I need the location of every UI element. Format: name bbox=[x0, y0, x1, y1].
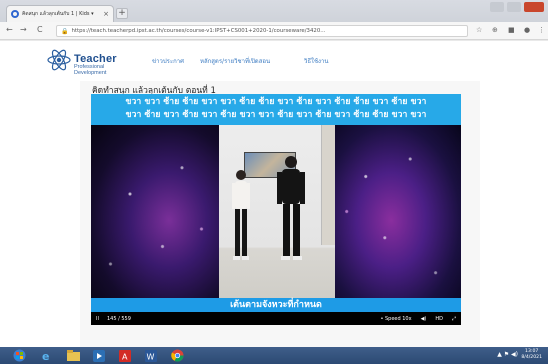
minimize-button[interactable] bbox=[490, 2, 504, 12]
address-bar-row: ← → C 🔒 https://teach.teacherpd.ipst.ac.… bbox=[0, 22, 548, 40]
word-icon[interactable]: W bbox=[140, 348, 162, 363]
zoom-icon[interactable]: ⊕ bbox=[492, 26, 498, 34]
tab-favicon-icon bbox=[11, 10, 19, 18]
ie-icon[interactable]: e bbox=[36, 348, 58, 363]
video-background-right bbox=[334, 124, 461, 299]
menu-courses[interactable]: หลักสูตร/รายวิชาที่เปิดสอน bbox=[200, 56, 270, 66]
extension-icon[interactable]: ■ bbox=[508, 26, 515, 34]
acrobat-icon[interactable]: A bbox=[114, 348, 136, 363]
browser-titlebar: คิดสนุก แล้วลุกเต้นกับ 1 | Kids ▾ × + bbox=[0, 0, 548, 22]
url-text: https://teach.teacherpd.ipst.ac.th/cours… bbox=[71, 28, 326, 34]
maximize-button[interactable] bbox=[507, 2, 521, 12]
svg-text:e: e bbox=[42, 350, 49, 362]
forward-button[interactable]: → bbox=[20, 25, 27, 34]
video-controls: II 145 / 559 • Speed 10x ◀) HD ⤢ bbox=[91, 312, 461, 325]
tpd-logo-icon[interactable] bbox=[46, 49, 72, 71]
caption-bottom-banner: เต้นตามจังหวะที่กำหนด bbox=[91, 298, 461, 312]
svg-text:A: A bbox=[122, 352, 128, 361]
web-page: Teacher Professional Development ข่าวประ… bbox=[0, 41, 548, 347]
caption-top-banner: ขวา ขวา ซ้าย ซ้าย ขวา ขวา ซ้าย ซ้าย ขวา … bbox=[91, 94, 461, 125]
file-explorer-icon[interactable] bbox=[62, 348, 84, 363]
bookmark-icon[interactable]: ☆ bbox=[476, 26, 482, 34]
menu-news[interactable]: ข่าวประกาศ bbox=[152, 56, 184, 66]
windows-start-icon[interactable] bbox=[8, 348, 30, 363]
tab-close-icon[interactable]: × bbox=[103, 10, 109, 18]
video-background-left bbox=[91, 124, 221, 299]
speed-button[interactable]: • Speed 10x bbox=[380, 316, 411, 322]
clock-date: 8/4/2021 bbox=[521, 355, 542, 360]
caption-top-line1: ขวา ขวา ซ้าย ซ้าย ขวา ขวา ซ้าย ซ้าย ขวา … bbox=[125, 97, 427, 107]
dancers-figure bbox=[232, 156, 305, 260]
url-field[interactable]: 🔒 https://teach.teacherpd.ipst.ac.th/cou… bbox=[56, 25, 468, 37]
volume-icon[interactable]: ◀) bbox=[421, 316, 427, 322]
lock-icon: 🔒 bbox=[61, 27, 69, 35]
fullscreen-icon[interactable]: ⤢ bbox=[452, 316, 456, 322]
hd-button[interactable]: HD bbox=[435, 316, 443, 322]
logo-line3: Development bbox=[74, 69, 107, 76]
profile-icon[interactable]: ● bbox=[524, 26, 530, 34]
back-button[interactable]: ← bbox=[6, 25, 13, 34]
caption-top-line2: ขวา ซ้าย ขวา ซ้าย ขวา ซ้าย ขวา ขวา ซ้าย … bbox=[125, 110, 427, 120]
site-logo-text[interactable]: Teacher Professional Development bbox=[74, 49, 117, 76]
video-controls-right: • Speed 10x ◀) HD ⤢ bbox=[380, 316, 456, 322]
menu-help[interactable]: วิธีใช้งาน bbox=[304, 56, 328, 66]
video-time: 145 / 559 bbox=[106, 315, 131, 322]
video-player[interactable]: ขวา ขวา ซ้าย ซ้าย ขวา ขวา ซ้าย ซ้าย ขวา … bbox=[91, 94, 461, 325]
menu-kebab-icon[interactable]: ⋮ bbox=[538, 26, 545, 34]
pause-button[interactable]: II bbox=[96, 316, 99, 322]
windows-taskbar: e A W ▲ ⚑ ◀) 13:07 8/4/2021 bbox=[0, 347, 548, 364]
reload-button[interactable]: C bbox=[37, 25, 43, 34]
new-tab-button[interactable]: + bbox=[116, 8, 128, 19]
browser-tab[interactable]: คิดสนุก แล้วลุกเต้นกับ 1 | Kids ▾ × bbox=[6, 5, 114, 22]
taskbar-clock[interactable]: 13:07 8/4/2021 bbox=[521, 349, 542, 361]
tab-title: คิดสนุก แล้วลุกเต้นกับ 1 | Kids ▾ bbox=[22, 11, 94, 17]
chrome-icon[interactable] bbox=[166, 348, 188, 363]
media-player-icon[interactable] bbox=[88, 348, 110, 363]
window-controls bbox=[490, 2, 544, 12]
svg-text:W: W bbox=[147, 352, 155, 361]
system-tray-icons[interactable]: ▲ ⚑ ◀) bbox=[497, 351, 518, 358]
close-window-button[interactable] bbox=[524, 2, 544, 12]
